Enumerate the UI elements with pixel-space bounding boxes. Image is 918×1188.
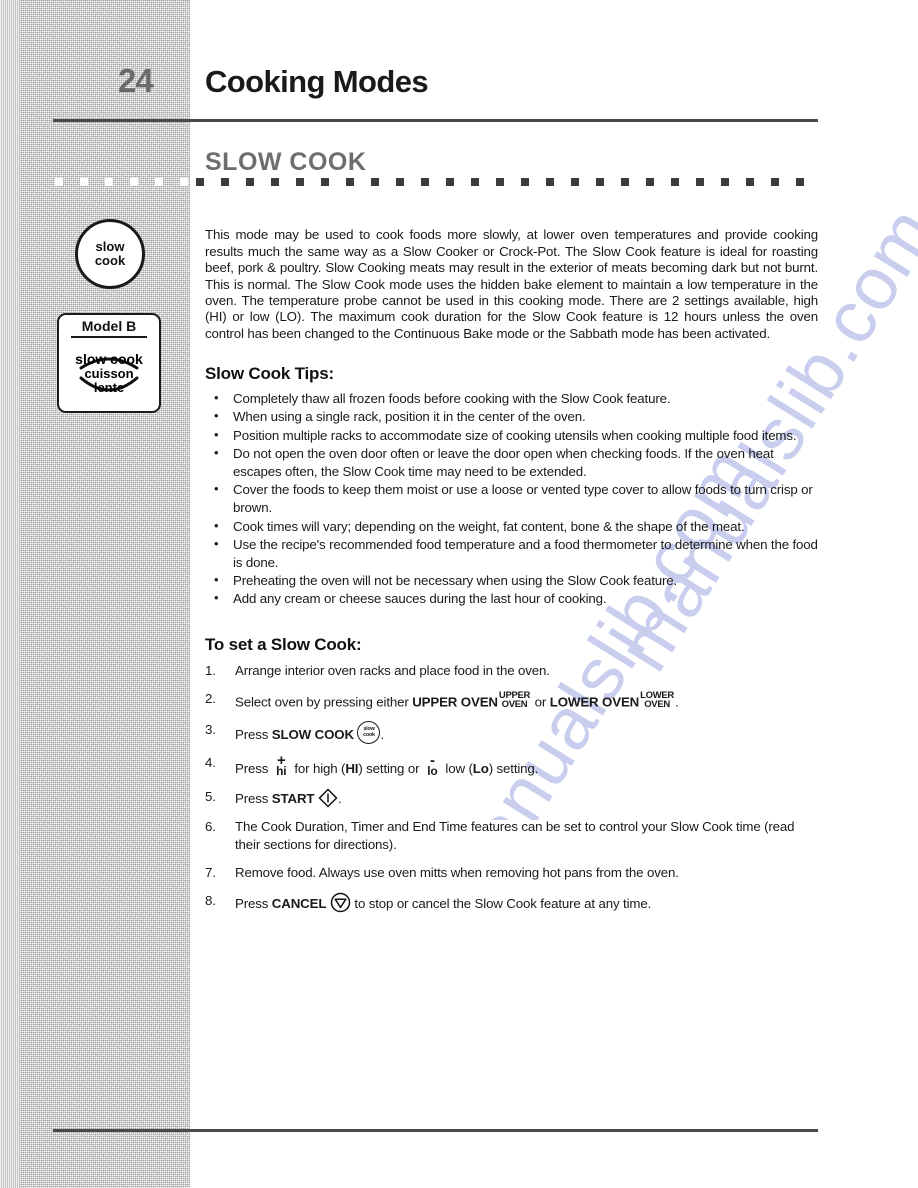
model-b-line1: slow cook: [75, 351, 143, 367]
step-text-part: .: [380, 727, 385, 743]
step-7: 7. Remove food. Always use oven mitts wh…: [205, 864, 818, 882]
step-number: 5.: [205, 789, 216, 805]
intro-paragraph: This mode may be used to cook foods more…: [205, 227, 818, 341]
model-b-line3: lente: [93, 379, 125, 395]
section-title: SLOW COOK: [205, 148, 367, 176]
step-number: 8.: [205, 893, 216, 909]
step-text-part: .: [337, 791, 342, 807]
tips-list: Completely thaw all frozen foods before …: [205, 389, 818, 608]
model-b-panel: Model B slow cook cuisson lente: [57, 313, 161, 413]
step-8: 8. Press CANCEL to stop or cancel the Sl…: [205, 892, 818, 913]
list-item: Completely thaw all frozen foods before …: [205, 389, 818, 408]
step-4: 4. Press + hi for high (HI) setting or -l…: [205, 753, 818, 779]
list-item: Cook times will vary; depending on the w…: [205, 517, 818, 536]
step-number: 2.: [205, 690, 216, 706]
step-text: The Cook Duration, Timer and End Time fe…: [235, 819, 795, 853]
slow-cook-key-icon: slow cook: [357, 721, 381, 745]
step-text-part: .: [674, 694, 679, 710]
step-text-part: low (: [441, 761, 473, 777]
hi-key-icon: + hi: [274, 753, 289, 779]
manual-page: manualslib.com manualslib.com 24 Cooking…: [0, 0, 918, 1188]
knob-label-line1: slow: [95, 239, 125, 255]
step-number: 3.: [205, 722, 216, 738]
hi-key-label: hi: [276, 764, 287, 779]
start-button-label: START: [271, 791, 315, 807]
lo-key-label: lo: [427, 764, 438, 779]
model-b-arc-graphic: slow cook cuisson lente: [59, 338, 159, 404]
list-item: Position multiple racks to accommodate s…: [205, 426, 818, 445]
upper-oven-key-bottom: OVEN: [501, 699, 528, 711]
list-item: Do not open the oven door often or leave…: [205, 444, 818, 481]
step-number: 4.: [205, 755, 216, 771]
start-key-icon: [318, 788, 338, 808]
dotted-rule-dark: [196, 178, 818, 186]
step-text-part: Press: [235, 896, 272, 912]
step-text-part: Press: [235, 791, 272, 807]
page-title: Cooking Modes: [205, 64, 429, 99]
step-text-part: ) setting.: [488, 761, 539, 777]
header-rule: [53, 119, 818, 122]
lower-oven-key-bottom: OVEN: [644, 699, 670, 711]
step-text-part: for high (: [290, 761, 346, 777]
upper-oven-label: UPPER OVEN: [412, 694, 498, 710]
step-text: Remove food. Always use oven mitts when …: [235, 865, 679, 881]
lo-key-icon: - lo: [425, 753, 440, 779]
step-text-part: to stop or cancel the Slow Cook feature …: [350, 896, 652, 912]
step-6: 6. The Cook Duration, Timer and End Time…: [205, 818, 818, 854]
step-text-part: Press: [235, 727, 272, 743]
step-text-part: Select oven by pressing either: [235, 694, 413, 710]
steps-heading: To set a Slow Cook:: [205, 634, 362, 654]
list-item: Use the recipe's recommended food temper…: [205, 535, 818, 572]
cancel-button-label: CANCEL: [271, 896, 327, 912]
step-number: 7.: [205, 865, 216, 881]
step-number: 6.: [205, 819, 216, 835]
tips-heading: Slow Cook Tips:: [205, 364, 334, 384]
model-b-label: Model B: [81, 318, 137, 334]
list-item: Cover the foods to keep them moist or us…: [205, 480, 818, 517]
slow-cook-knob-icon: slow cook: [75, 219, 145, 289]
step-5: 5. Press START .: [205, 788, 818, 808]
step-text-part: or: [531, 694, 550, 710]
content-column: This mode may be used to cook foods more…: [205, 214, 818, 919]
lower-oven-key-icon: LOWER OVEN: [640, 691, 674, 710]
upper-oven-key-icon: UPPER OVEN: [499, 691, 531, 711]
slow-cook-key-bottom: cook: [363, 732, 375, 739]
model-b-text: slow cook cuisson lente: [59, 352, 159, 394]
slow-cook-button-label: SLOW COOK: [271, 727, 354, 743]
knob-label-line2: cook: [94, 253, 126, 268]
hi-setting-label: HI: [345, 761, 359, 777]
page-number: 24: [118, 62, 154, 99]
step-3: 3. Press SLOW COOK slow cook .: [205, 721, 818, 745]
step-1: 1. Arrange interior oven racks and place…: [205, 662, 818, 680]
step-number: 1.: [205, 662, 216, 678]
footer-rule: [53, 1129, 818, 1132]
model-b-line2: cuisson: [84, 365, 134, 381]
step-text: Arrange interior oven racks and place fo…: [235, 662, 550, 678]
step-text-part: Press: [235, 761, 272, 777]
list-item: Preheating the oven will not be necessar…: [205, 571, 818, 590]
step-text-part: ) setting or: [358, 761, 423, 777]
page-edge-strip: [0, 0, 20, 1188]
dotted-rule-light: [55, 178, 190, 186]
lo-setting-label: Lo: [472, 761, 489, 777]
list-item: Add any cream or cheese sauces during th…: [205, 589, 818, 608]
list-item: When using a single rack, position it in…: [205, 407, 818, 426]
cancel-key-icon: [330, 892, 351, 913]
lower-oven-label: LOWER OVEN: [549, 694, 640, 710]
steps-list: 1. Arrange interior oven racks and place…: [205, 662, 818, 914]
step-2: 2. Select oven by pressing either UPPER …: [205, 690, 818, 712]
